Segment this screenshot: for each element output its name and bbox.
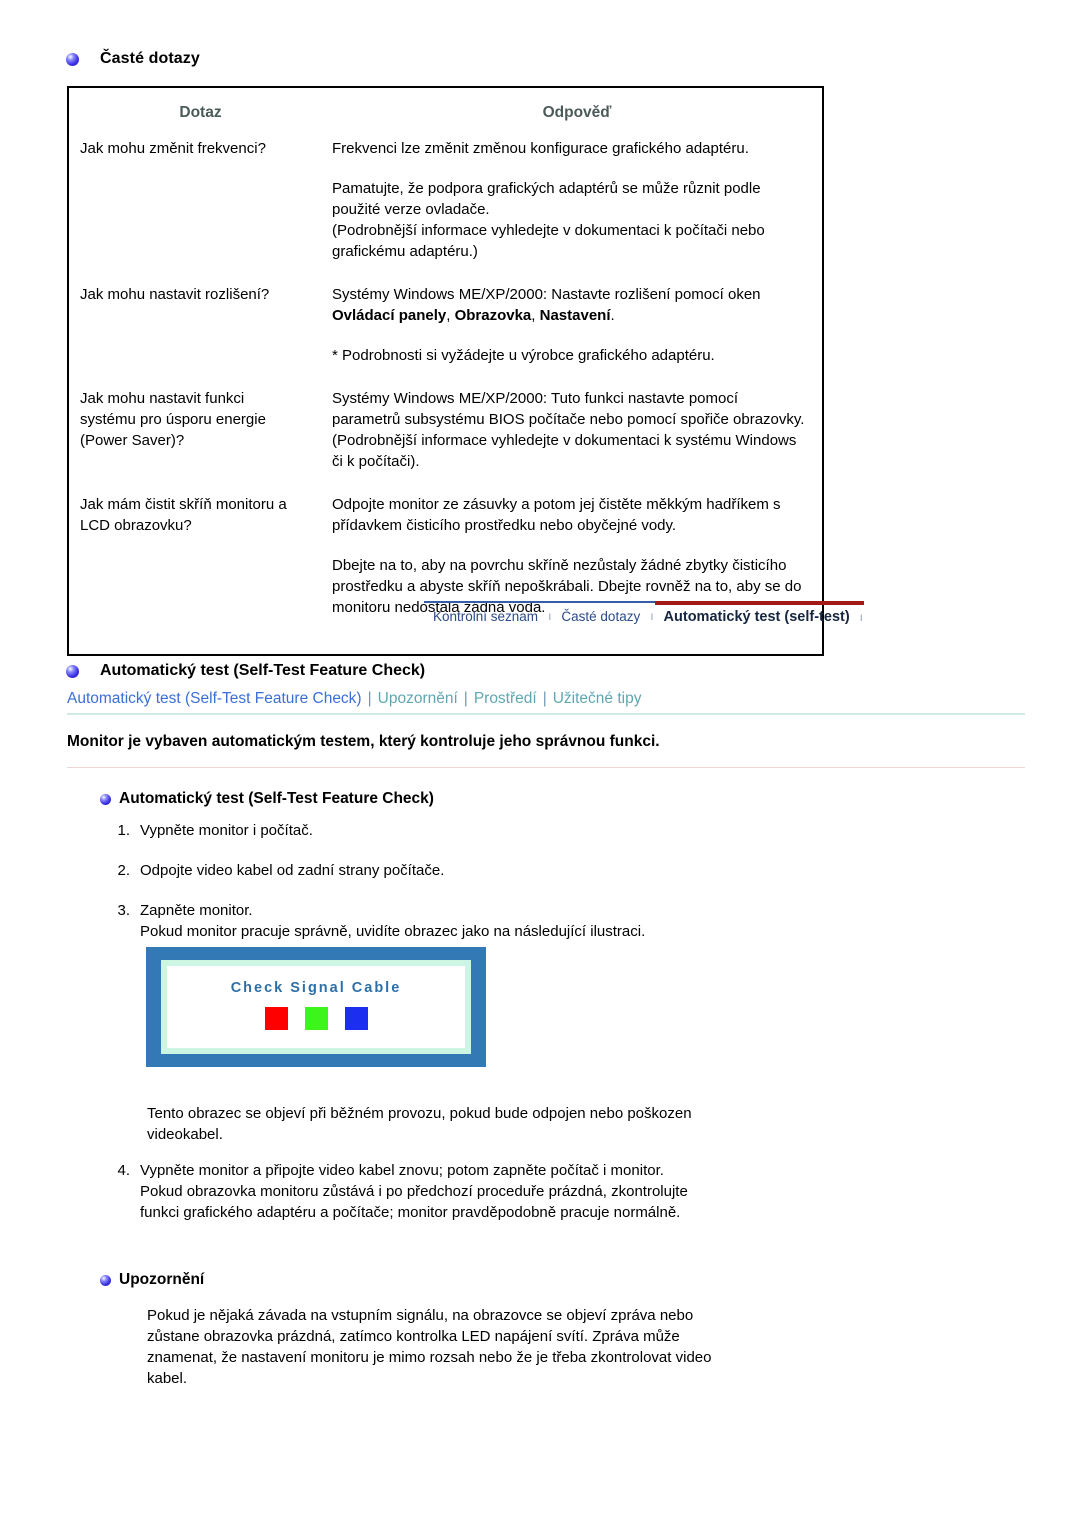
rgb-color-bars bbox=[264, 1007, 368, 1030]
column-header-answer: Odpověď bbox=[542, 104, 612, 121]
table-row: Jak mohu nastavit funkci systému pro úsp… bbox=[69, 388, 822, 494]
step-number: 2. bbox=[117, 862, 130, 879]
step-number: 4. bbox=[117, 1162, 130, 1179]
list-item: 4. Vypněte monitor a připojte video kabe… bbox=[112, 1160, 912, 1223]
faq-answer-3-p1: Systémy Windows ME/XP/2000: Tuto funkci … bbox=[332, 390, 805, 470]
faq-answer-1-p1: Frekvenci lze změnit změnou konfigurace … bbox=[332, 140, 749, 157]
selftest-link-bar[interactable]: Automatický test (Self-Test Feature Chec… bbox=[67, 690, 1025, 715]
faq-answer-2-p2: * Podrobnosti si vyžádejte u výrobce gra… bbox=[332, 347, 715, 364]
faq-answer-3: Systémy Windows ME/XP/2000: Tuto funkci … bbox=[332, 388, 822, 494]
faq-answer-2-prefix: Systémy Windows ME/XP/2000: Nastavte roz… bbox=[332, 286, 761, 303]
list-item: 1. Vypněte monitor i počítač. bbox=[112, 820, 912, 841]
faq-question-1: Jak mohu změnit frekvenci? bbox=[80, 140, 266, 157]
step-number: 1. bbox=[117, 822, 130, 839]
faq-question-4-l1: Jak mám čistit skříň monitoru a bbox=[80, 496, 287, 513]
step-body: Odpojte video kabel od zadní strany počí… bbox=[140, 860, 912, 881]
selftest-section-heading: Automatický test (Self-Test Feature Chec… bbox=[66, 662, 425, 680]
step-line: Pokud obrazovka monitoru zůstává i po př… bbox=[140, 1183, 688, 1200]
warning-sub-heading-label: Upozornění bbox=[119, 1271, 205, 1288]
link-separator-2: | bbox=[463, 690, 468, 707]
link-upozorneni[interactable]: Upozornění bbox=[378, 690, 458, 707]
monitor-screen: Check Signal Cable bbox=[167, 966, 465, 1048]
monitor-stand-base bbox=[146, 1056, 486, 1067]
bullet-orb-icon bbox=[100, 793, 111, 805]
step-body: Zapněte monitor. Pokud monitor pracuje s… bbox=[140, 900, 912, 942]
table-row: Jak mohu nastavit rozlišení? Systémy Win… bbox=[69, 284, 822, 388]
selftest-sub-heading-label: Automatický test (Self-Test Feature Chec… bbox=[119, 790, 434, 807]
tab-separator-3: ı bbox=[858, 601, 865, 629]
faq-answer-1-p3: (Podrobnější informace vyhledejte v doku… bbox=[332, 222, 765, 260]
link-prostredi[interactable]: Prostředí bbox=[474, 690, 537, 707]
warning-body-text: Pokud je nějaká závada na vstupním signá… bbox=[147, 1305, 907, 1389]
tab-caste-dotazy[interactable]: Časté dotazy bbox=[552, 601, 650, 629]
faq-table: Dotaz Odpověď Jak mohu změnit frekvenci?… bbox=[69, 98, 822, 640]
bullet-orb-icon bbox=[100, 1274, 111, 1286]
faq-question-4-l2: LCD obrazovku? bbox=[80, 517, 192, 534]
step-line: Vypněte monitor i počítač. bbox=[140, 822, 313, 839]
faq-answer-2-mid-1: , bbox=[446, 307, 455, 324]
faq-answer-2-bold-2: Obrazovka bbox=[454, 307, 532, 324]
link-separator-1: | bbox=[367, 690, 372, 707]
caption-line-1: Tento obrazec se objeví při běžném provo… bbox=[147, 1105, 692, 1122]
bullet-orb-icon bbox=[66, 52, 79, 66]
selftest-monitor-illustration: Check Signal Cable bbox=[146, 947, 486, 1067]
faq-answer-1-p2: Pamatujte, že podpora grafických adaptér… bbox=[332, 180, 761, 218]
faq-section-title: Časté dotazy bbox=[100, 50, 200, 67]
faq-question-2: Jak mohu nastavit rozlišení? bbox=[80, 286, 270, 303]
monitor-bezel: Check Signal Cable bbox=[161, 960, 471, 1054]
table-row: Jak mohu změnit frekvenci? Frekvenci lze… bbox=[69, 138, 822, 284]
green-bar-icon bbox=[304, 1007, 328, 1030]
illustration-caption: Tento obrazec se objeví při běžném provo… bbox=[147, 1103, 907, 1145]
faq-question-3-l1: Jak mohu nastavit funkci bbox=[80, 390, 245, 407]
faq-answer-2-bold-1: Ovládací panely bbox=[332, 307, 447, 324]
step-line: Vypněte monitor a připojte video kabel z… bbox=[140, 1162, 664, 1179]
faq-answer-2-p1: Systémy Windows ME/XP/2000: Nastavte roz… bbox=[332, 284, 810, 326]
faq-question-3-l2: systému pro úsporu energie bbox=[80, 411, 266, 428]
warning-sub-heading: Upozornění bbox=[100, 1271, 204, 1289]
column-header-question: Dotaz bbox=[179, 104, 222, 121]
faq-table-container: Dotaz Odpověď Jak mohu změnit frekvenci?… bbox=[67, 86, 824, 656]
faq-question-3: Jak mohu nastavit funkci systému pro úsp… bbox=[69, 388, 332, 494]
warning-line-4: kabel. bbox=[147, 1370, 188, 1387]
tab-automaticky-test[interactable]: Automatický test (self-test) bbox=[654, 601, 859, 629]
check-signal-cable-message: Check Signal Cable bbox=[230, 980, 402, 996]
warning-line-1: Pokud je nějaká závada na vstupním signá… bbox=[147, 1307, 694, 1324]
selftest-step4-list: 4. Vypněte monitor a připojte video kabe… bbox=[112, 1160, 912, 1242]
step-line: funkci grafického adaptéru a počítače; m… bbox=[140, 1204, 681, 1221]
red-bar-icon bbox=[264, 1007, 288, 1030]
step-line: Odpojte video kabel od zadní strany počí… bbox=[140, 862, 445, 879]
faq-answer-2-suffix: . bbox=[610, 307, 615, 324]
faq-answer-1: Frekvenci lze změnit změnou konfigurace … bbox=[332, 138, 822, 284]
list-item: 3. Zapněte monitor. Pokud monitor pracuj… bbox=[112, 900, 912, 942]
table-header-row: Dotaz Odpověď bbox=[69, 98, 822, 138]
bullet-orb-icon bbox=[66, 664, 79, 678]
step-number: 3. bbox=[117, 902, 130, 919]
faq-question-4: Jak mám čistit skříň monitoru a LCD obra… bbox=[69, 494, 332, 640]
faq-answer-2: Systémy Windows ME/XP/2000: Nastavte roz… bbox=[332, 284, 822, 388]
link-automaticky-test[interactable]: Automatický test (Self-Test Feature Chec… bbox=[67, 690, 362, 707]
warning-line-3: znamenat, že nastavení monitoru je mimo … bbox=[147, 1349, 712, 1366]
selftest-intro-text: Monitor je vybaven automatickým testem, … bbox=[67, 733, 660, 750]
selftest-steps-list: 1. Vypněte monitor i počítač. 2. Odpojte… bbox=[112, 820, 912, 961]
tab-kontrolni-seznam[interactable]: Kontrolní seznam bbox=[424, 601, 548, 629]
faq-question-3-l3: (Power Saver)? bbox=[80, 432, 185, 449]
faq-answer-2-bold-3: Nastavení bbox=[539, 307, 611, 324]
list-item: 2. Odpojte video kabel od zadní strany p… bbox=[112, 860, 912, 881]
step-line: Pokud monitor pracuje správně, uvidíte o… bbox=[140, 923, 646, 940]
warning-line-2: zůstane obrazovka prázdná, zatímco kontr… bbox=[147, 1328, 680, 1345]
step-body: Vypněte monitor i počítač. bbox=[140, 820, 912, 841]
link-uzitecne-tipy[interactable]: Užitečné tipy bbox=[553, 690, 642, 707]
step-body: Vypněte monitor a připojte video kabel z… bbox=[140, 1160, 912, 1223]
faq-answer-4-p1: Odpojte monitor ze zásuvky a potom jej č… bbox=[332, 496, 781, 534]
horizontal-divider bbox=[67, 767, 1025, 768]
faq-answer-2-mid-2: , bbox=[531, 307, 540, 324]
selftest-section-title: Automatický test (Self-Test Feature Chec… bbox=[100, 662, 426, 679]
caption-line-2: videokabel. bbox=[147, 1126, 223, 1143]
blue-bar-icon bbox=[344, 1007, 368, 1030]
navigation-tabs[interactable]: Kontrolní seznam ı Časté dotazy ı Automa… bbox=[424, 601, 865, 629]
step-line: Zapněte monitor. bbox=[140, 902, 253, 919]
faq-section-heading: Časté dotazy bbox=[66, 50, 200, 68]
selftest-sub-heading: Automatický test (Self-Test Feature Chec… bbox=[100, 790, 434, 808]
link-separator-3: | bbox=[542, 690, 547, 707]
